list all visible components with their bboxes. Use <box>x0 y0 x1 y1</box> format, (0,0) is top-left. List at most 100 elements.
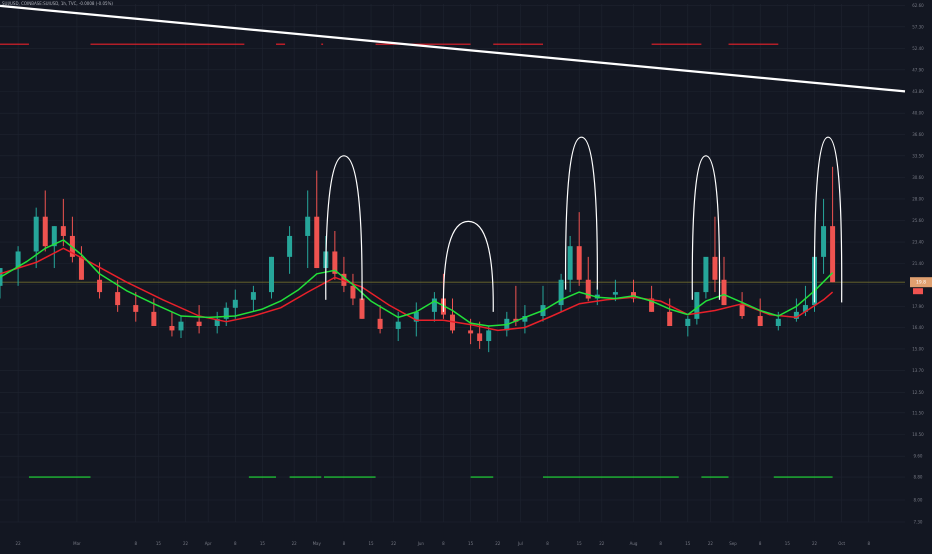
x-tick-label: Jul <box>517 541 523 546</box>
current-price-label: 19.8 <box>916 280 926 286</box>
x-tick-label: Oct <box>838 541 845 546</box>
x-tick-label: 8 <box>546 541 549 546</box>
candle-body <box>395 321 401 329</box>
y-tick-label: 15.00 <box>912 346 924 351</box>
x-tick-label: 22 <box>708 541 714 546</box>
candle-body <box>468 330 474 334</box>
y-tick-label: 21.40 <box>912 261 924 266</box>
candle-body <box>42 216 48 247</box>
x-tick-label: Aug <box>630 541 638 546</box>
candle-body <box>721 279 727 306</box>
x-axis: 22 Mar 8 15 22 Apr 8 15 22 May 8 15 22 Jun 8 15 22 Jul 8 15… <box>16 541 871 546</box>
y-tick-label: 43.80 <box>912 89 924 94</box>
x-tick-label: 15 <box>156 541 162 546</box>
candle-body <box>350 285 356 299</box>
candle-body <box>78 256 84 280</box>
x-tick-label: 15 <box>577 541 583 546</box>
chart-svg: 7.30 8.00 8.80 9.60 10.50 11.50 12.50 13.70 15.0… <box>0 3 932 546</box>
price-change-tag <box>913 288 923 295</box>
candle-body <box>477 333 483 342</box>
x-tick-label: 8 <box>343 541 346 546</box>
candle-body <box>250 292 256 300</box>
candle-body <box>133 305 139 312</box>
arc-annotation <box>442 220 494 312</box>
candle-body <box>775 318 781 327</box>
candle-body <box>305 216 311 236</box>
y-tick-label: 57.30 <box>912 24 924 29</box>
candle-body <box>757 316 763 327</box>
x-tick-label: 8 <box>659 541 662 546</box>
x-tick-label: 15 <box>685 541 691 546</box>
symbol-title: SUI/USD, COINBASE:SUIUSD, 1h, TVC, -0.00… <box>2 1 113 6</box>
y-tick-label: 13.70 <box>912 368 924 373</box>
y-axis: 7.30 8.00 8.80 9.60 10.50 11.50 12.50 13.70 15.0… <box>912 3 924 524</box>
candle-body <box>232 299 238 308</box>
y-tick-label: 12.50 <box>912 390 924 395</box>
y-tick-label: 9.60 <box>914 454 923 459</box>
grid-layer <box>0 4 905 523</box>
candle-body <box>576 246 582 280</box>
x-tick-label: 8 <box>134 541 137 546</box>
y-tick-label: 25.60 <box>912 218 924 223</box>
y-tick-label: 36.60 <box>912 132 924 137</box>
x-tick-label: 8 <box>442 541 445 546</box>
candle-body <box>567 246 573 280</box>
candle-body <box>377 318 383 329</box>
candle-body <box>115 292 121 306</box>
x-tick-label: Jun <box>417 541 425 546</box>
x-tick-label: 15 <box>785 541 791 546</box>
candle-body <box>712 256 718 280</box>
x-tick-label: 8 <box>234 541 237 546</box>
candle-body <box>33 216 39 252</box>
candle-body <box>269 256 274 293</box>
candle-body <box>486 330 492 342</box>
candle-body <box>196 321 202 327</box>
candle-body <box>703 256 709 293</box>
y-tick-label: 8.00 <box>914 497 923 502</box>
x-tick-label: 22 <box>183 541 189 546</box>
x-tick-label: 22 <box>16 541 22 546</box>
x-tick-label: 22 <box>495 541 501 546</box>
x-tick-label: Mar <box>73 541 81 546</box>
y-tick-label: 33.50 <box>912 153 924 158</box>
y-tick-label: 11.50 <box>912 410 924 415</box>
x-tick-label: 22 <box>812 541 818 546</box>
y-tick-label: 23.40 <box>912 240 924 245</box>
candles-layer <box>0 166 836 353</box>
candle-body <box>151 311 157 327</box>
y-tick-label: 28.00 <box>912 196 924 201</box>
y-tick-label: 7.30 <box>914 520 923 525</box>
x-tick-label: 22 <box>292 541 298 546</box>
candle-body <box>739 305 745 317</box>
x-tick-label: Sep <box>729 541 737 546</box>
y-tick-label: 30.60 <box>912 175 924 180</box>
y-tick-label: 10.50 <box>912 432 924 437</box>
x-tick-label: 15 <box>369 541 375 546</box>
candle-body <box>314 216 320 269</box>
y-tick-label: 52.40 <box>912 46 924 51</box>
x-tick-label: 15 <box>468 541 474 546</box>
y-tick-label: 8.80 <box>914 475 923 480</box>
y-tick-label: 47.90 <box>912 67 924 72</box>
x-tick-label: 8 <box>759 541 762 546</box>
candle-body <box>667 311 673 327</box>
x-tick-label: 15 <box>260 541 266 546</box>
y-tick-label: 17.90 <box>912 304 924 309</box>
candle-body <box>612 292 618 295</box>
chart: 7.30 8.00 8.80 9.60 10.50 11.50 12.50 13.70 15.0… <box>0 0 932 550</box>
candle-body <box>60 226 66 236</box>
candle-body <box>169 326 175 331</box>
x-tick-label: Apr <box>205 541 212 546</box>
x-tick-label: 8 <box>868 541 871 546</box>
candle-body <box>359 298 365 319</box>
x-tick-label: May <box>313 541 322 546</box>
candle-body <box>821 226 827 257</box>
candle-body <box>178 321 184 331</box>
arcs-layer <box>325 136 843 312</box>
y-tick-label: 40.00 <box>912 111 924 116</box>
x-tick-label: 22 <box>391 541 397 546</box>
candle-body <box>685 318 691 327</box>
y-tick-label: 16.40 <box>912 325 924 330</box>
x-tick-label: 22 <box>599 541 605 546</box>
candle-body <box>694 292 700 319</box>
